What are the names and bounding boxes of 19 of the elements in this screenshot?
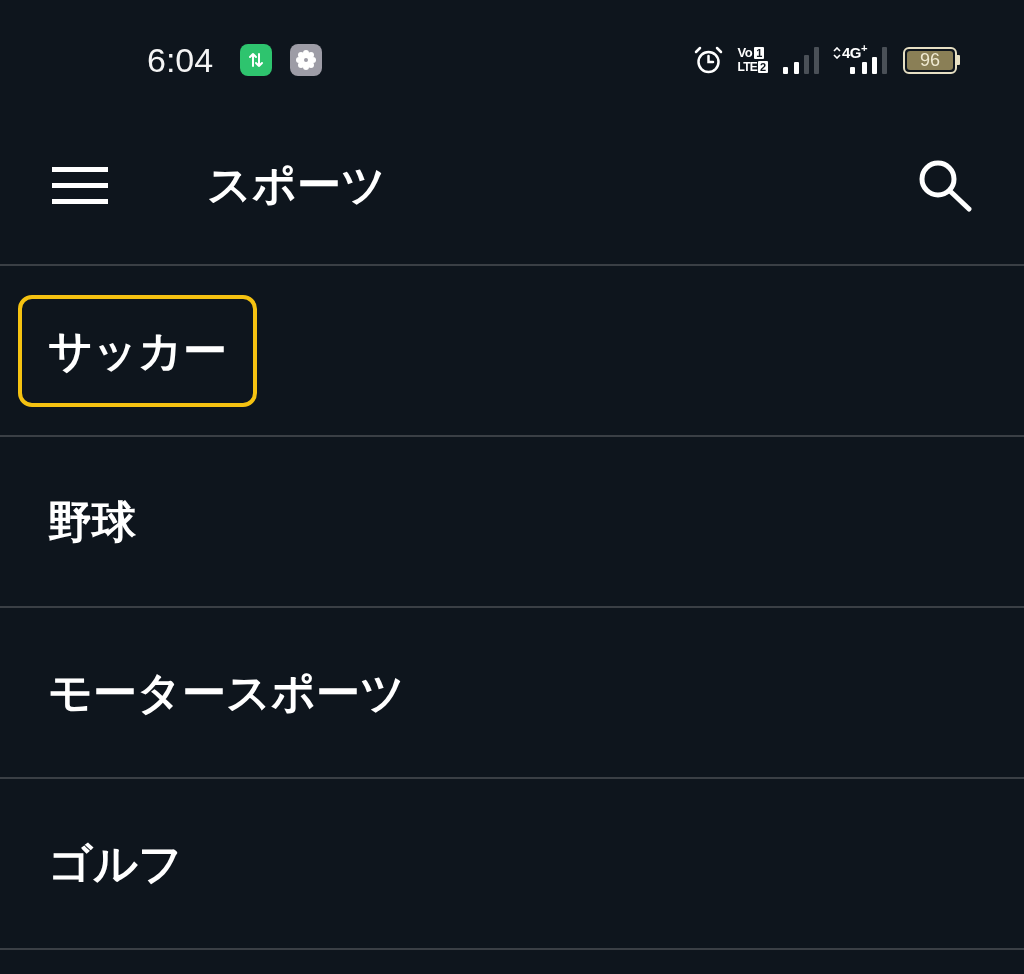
data-arrows-icon: [833, 46, 841, 59]
status-time: 6:04: [147, 43, 214, 77]
signal-strength-icon: [783, 46, 819, 74]
arrows-up-down-icon: [240, 44, 273, 76]
sim-badge: 2: [757, 61, 768, 73]
menu-icon[interactable]: [52, 166, 108, 204]
volte-label: LTE: [737, 60, 757, 74]
page-title: スポーツ: [207, 163, 386, 207]
list-item[interactable]: 野球: [18, 465, 166, 578]
network-type: 4G$^{+}$: [842, 44, 868, 61]
list-item[interactable]: ゴルフ: [18, 807, 213, 920]
list-item[interactable]: モータースポーツ: [18, 636, 435, 749]
alarm-clock-icon: [693, 46, 723, 74]
volte-label: Vo: [737, 46, 753, 60]
list-item[interactable]: サッカー: [18, 294, 257, 407]
sim-badge: 1: [754, 47, 765, 59]
gear-icon: [290, 44, 323, 76]
search-icon[interactable]: [918, 158, 972, 212]
battery-percentage: 96: [920, 51, 940, 69]
